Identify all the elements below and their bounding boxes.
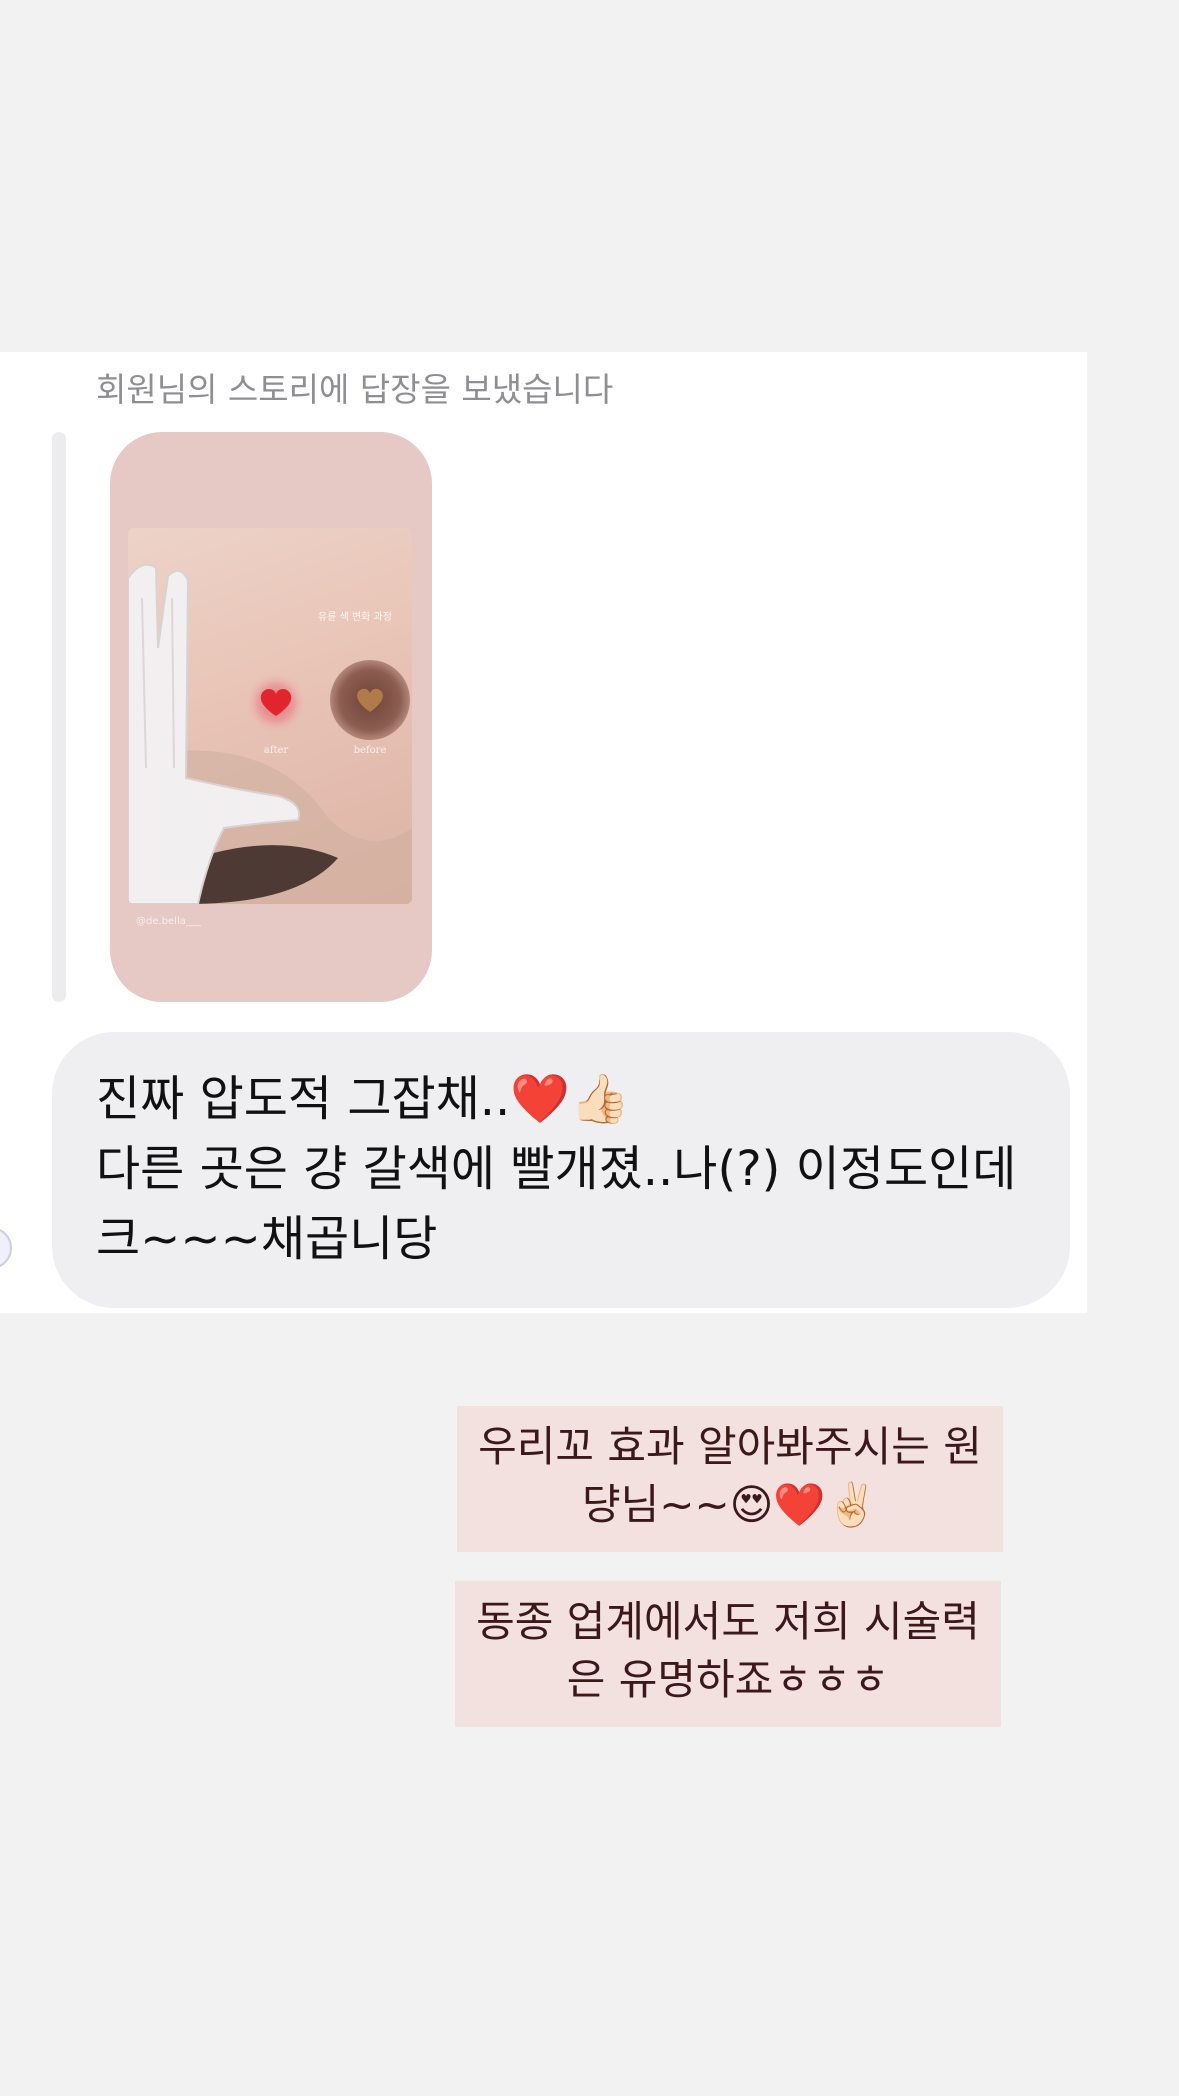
reply-2-line-2: 은 유명하죠ㅎㅎㅎ <box>566 1655 890 1704</box>
incoming-message-text: 진짜 압도적 그잡채..❤️👍🏻 다른 곳은 걍 갈색에 빨개졌..나(?) 이… <box>96 1064 1056 1274</box>
photo-title: 유륜 색 변화 과정 <box>318 611 392 623</box>
reply-1-line-1: 우리꼬 효과 알아봐주시는 원 <box>478 1422 982 1471</box>
story-photo: 유륜 색 변화 과정 after before <box>128 528 412 904</box>
reply-message-1[interactable]: 우리꼬 효과 알아봐주시는 원 댱님~~😍❤️✌🏻 <box>457 1406 1003 1552</box>
story-preview-card[interactable]: 유륜 색 변화 과정 after before @de.bella___ <box>110 432 432 1002</box>
reply-2-line-1: 동종 업계에서도 저희 시술력 <box>476 1597 980 1646</box>
incoming-line-2: 다른 곳은 걍 갈색에 빨개졌..나(?) 이정도인데 <box>96 1141 1017 1197</box>
story-quote-bar <box>52 432 66 1002</box>
reply-1-line-2: 댱님~~😍❤️✌🏻 <box>581 1480 879 1529</box>
after-label: after <box>264 745 289 756</box>
incoming-line-1: 진짜 압도적 그잡채..❤️👍🏻 <box>96 1071 630 1127</box>
story-reply-label: 회원님의 스토리에 답장을 보냈습니다 <box>96 370 614 409</box>
reply-message-2[interactable]: 동종 업계에서도 저희 시술력 은 유명하죠ㅎㅎㅎ <box>455 1581 1001 1727</box>
incoming-line-3: 크~~~채곱니당 <box>96 1211 438 1267</box>
before-label: before <box>354 745 387 756</box>
story-handle: @de.bella___ <box>136 916 201 927</box>
